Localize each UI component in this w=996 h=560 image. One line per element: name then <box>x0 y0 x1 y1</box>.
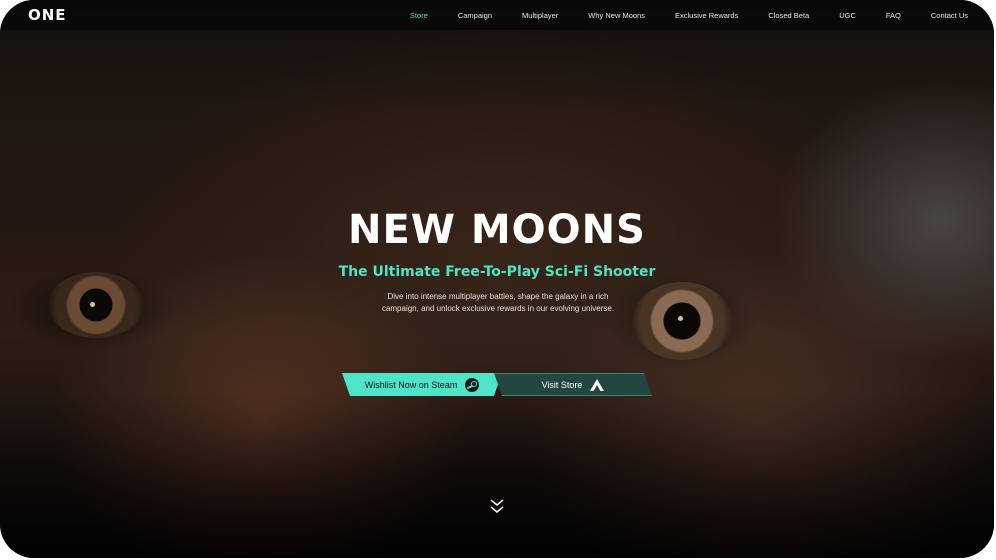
wishlist-steam-label: Wishlist Now on Steam <box>364 379 458 390</box>
visit-store-button[interactable]: Visit Store <box>494 373 652 396</box>
nav-link-ugc[interactable]: UGC <box>839 11 856 20</box>
chevron-double-down-icon[interactable] <box>489 498 505 516</box>
hero-content: NEW MOONS The Ultimate Free-To-Play Sci-… <box>0 0 994 558</box>
nav-link-exclusive-rewards[interactable]: Exclusive Rewards <box>675 11 738 20</box>
nav-link-multiplayer[interactable]: Multiplayer <box>522 11 558 20</box>
top-nav: ONE Store Campaign Multiplayer Why New M… <box>0 0 994 30</box>
nav-links: Store Campaign Multiplayer Why New Moons… <box>380 0 968 30</box>
steam-icon <box>465 378 479 392</box>
visit-store-label: Visit Store <box>541 379 583 390</box>
hero-description: Dive into intense multiplayer battles, s… <box>381 292 615 313</box>
hero-subtitle: The Ultimate Free-To-Play Sci-Fi Shooter <box>338 264 656 280</box>
nav-link-contact-us[interactable]: Contact Us <box>931 11 968 20</box>
nav-link-campaign[interactable]: Campaign <box>458 11 492 20</box>
wishlist-steam-button[interactable]: Wishlist Now on Steam <box>342 373 502 396</box>
nav-link-faq[interactable]: FAQ <box>886 11 901 20</box>
nav-link-why-new-moons[interactable]: Why New Moons <box>588 11 645 20</box>
page-frame: ONE Store Campaign Multiplayer Why New M… <box>0 0 994 558</box>
hero-title: NEW MOONS <box>348 207 646 253</box>
nav-link-closed-beta[interactable]: Closed Beta <box>768 11 809 20</box>
store-icon <box>590 379 604 391</box>
logo[interactable]: ONE <box>28 6 67 24</box>
nav-link-store[interactable]: Store <box>410 11 428 20</box>
